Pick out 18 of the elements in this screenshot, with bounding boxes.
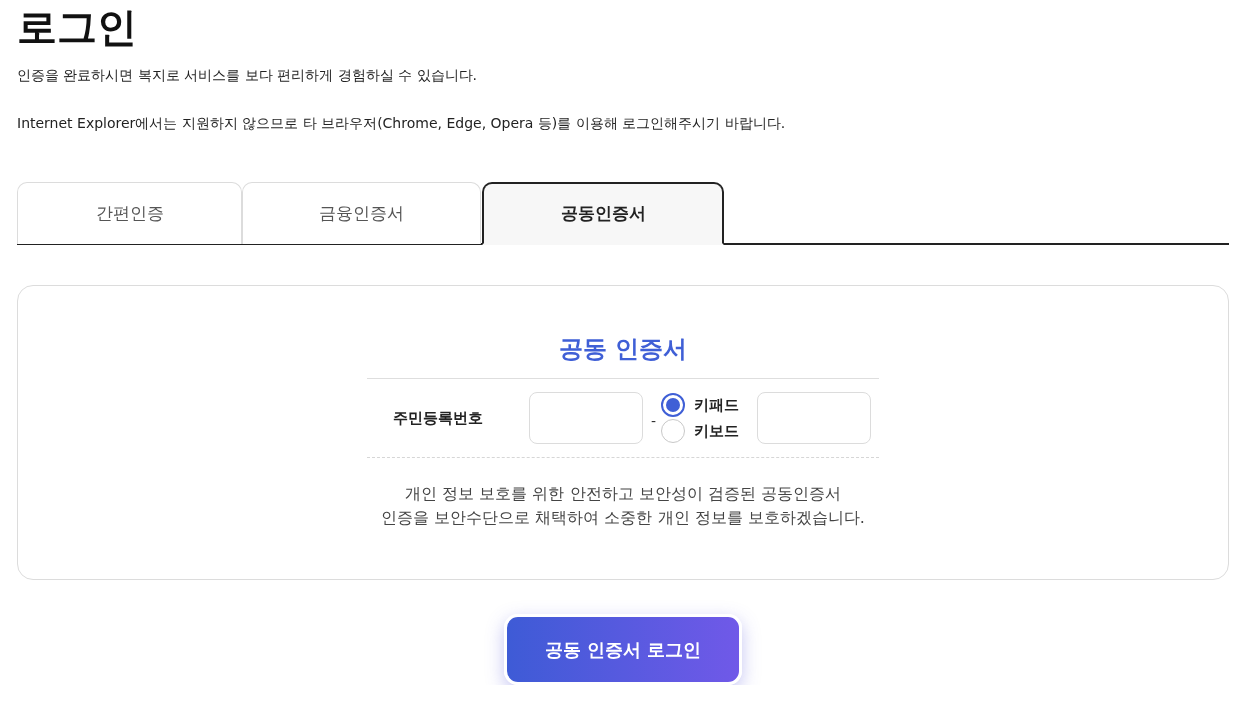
id-number-first-field[interactable]	[529, 392, 643, 444]
radio-label[interactable]: 키패드	[694, 395, 740, 415]
tab[interactable]: 공동인증서	[482, 182, 724, 245]
panel-heading: 공동 인증서	[367, 286, 879, 379]
tab[interactable]: 간편인증	[17, 182, 242, 244]
field-label: 주민등록번호	[393, 408, 484, 428]
description-text: 인증을 보안수단으로 채택하여 소중한 개인 정보를 보호하겠습니다.	[381, 507, 865, 529]
notice-text: 인증을 완료하시면 복지로 서비스를 보다 편리하게 경험하실 수 있습니다.	[17, 66, 479, 85]
radio-label[interactable]: 키보드	[694, 421, 740, 441]
notice-text: Internet Explorer에서는 지원하지 않으므로 타 브라우저(Chrome, Edge, Opera 등)를 이용해 로그인해주시기 바랍니다.	[17, 114, 787, 133]
id-number-second-field[interactable]	[757, 392, 872, 444]
radio-button[interactable]	[661, 419, 686, 443]
separator-text: -	[651, 412, 657, 429]
login-button[interactable]: 공동 인증서 로그인	[504, 614, 742, 685]
description-text: 개인 정보 보호를 위한 안전하고 보안성이 검증된 공동인증서	[405, 483, 841, 505]
tab[interactable]: 금융인증서	[242, 182, 481, 244]
page-title: 로그인	[17, 3, 138, 52]
radio-button[interactable]	[661, 393, 686, 417]
